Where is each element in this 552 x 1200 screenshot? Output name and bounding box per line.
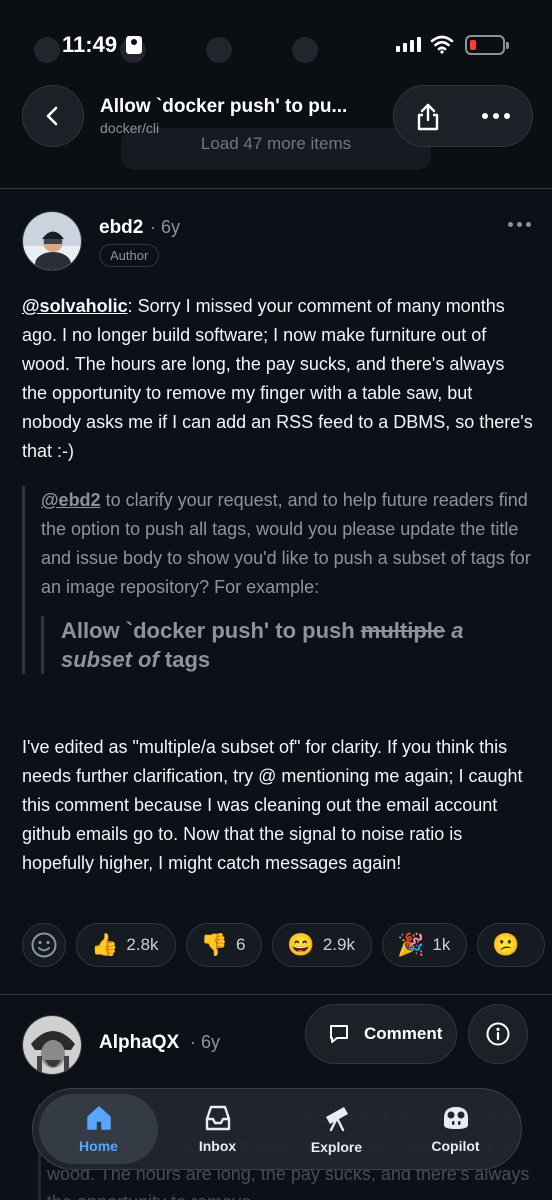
comment-body: @solvaholic: Sorry I missed your comment…: [22, 292, 534, 466]
smiley-icon: [31, 932, 57, 958]
home-icon: [86, 1106, 111, 1130]
author-badge: Author: [99, 244, 160, 267]
reaction-thumbs-down[interactable]: 👎 6: [185, 923, 263, 967]
reaction-thumbs-up[interactable]: 👍 2.8k: [76, 923, 176, 967]
comment-author[interactable]: AlphaQX: [99, 1032, 179, 1054]
reaction-count: 2.9k: [322, 935, 355, 954]
status-bar: 11:49: [0, 22, 552, 70]
share-icon[interactable]: [414, 102, 442, 132]
more-options-icon[interactable]: [482, 113, 510, 119]
issue-title: Allow `docker push' to pu...: [100, 96, 348, 117]
chevron-left-icon: [46, 106, 58, 126]
reaction-count: 2.8k: [126, 935, 159, 954]
cellular-signal-icon: [396, 36, 421, 52]
comment-icon: [330, 1025, 348, 1043]
contact-card-icon: [126, 36, 142, 54]
reactions-row: 👍 2.8k 👎 6 😄 2.9k 🎉 1k 😕: [22, 923, 552, 967]
reaction-laugh[interactable]: 😄 2.9k: [272, 923, 372, 967]
nested-quote: Allow `docker push' to push multiple a s…: [41, 616, 534, 674]
struck-text: multiple: [360, 618, 446, 643]
thumbs-up-icon: 👍: [91, 932, 119, 957]
comment-button-label: Comment: [364, 1024, 443, 1043]
repository-name[interactable]: docker/cli: [100, 120, 159, 136]
add-reaction-button[interactable]: [22, 923, 66, 967]
nested-quote-prefix: Allow `docker push' to push: [61, 618, 361, 643]
wifi-icon: [430, 35, 454, 54]
info-button[interactable]: [468, 1004, 528, 1064]
quote-body: to clarify your request, and to help fut…: [41, 490, 531, 597]
tab-copilot[interactable]: Copilot: [396, 1094, 515, 1164]
avatar[interactable]: [22, 211, 82, 271]
user-mention-link[interactable]: @solvaholic: [22, 296, 128, 316]
divider: [0, 188, 552, 189]
tab-label: Inbox: [198, 1138, 237, 1154]
telescope-icon: [325, 1107, 348, 1132]
inbox-icon: [205, 1105, 230, 1131]
thumbs-down-icon: 👎: [200, 932, 228, 957]
comment-button[interactable]: Comment: [305, 1004, 457, 1064]
status-time: 11:49: [62, 32, 118, 57]
comment-time: · 6y: [190, 1032, 221, 1052]
reaction-count: 6: [235, 935, 246, 954]
comment-menu-icon[interactable]: [508, 222, 531, 227]
avatar[interactable]: [22, 1015, 82, 1075]
comment-body-text: : Sorry I missed your comment of many mo…: [22, 296, 533, 461]
back-button[interactable]: [22, 85, 84, 147]
block-quote: @ebd2 to clarify your request, and to he…: [22, 486, 534, 674]
header-actions: [393, 85, 533, 147]
comment-time: · 6y: [150, 217, 181, 237]
avatar-image: [23, 1016, 81, 1074]
copilot-icon: [443, 1107, 468, 1129]
quote-text: @ebd2 to clarify your request, and to he…: [41, 486, 534, 602]
load-more-items-button[interactable]: Load 47 more items: [121, 128, 431, 170]
laugh-icon: 😄: [287, 932, 315, 957]
reaction-confused[interactable]: 😕: [477, 923, 545, 967]
tab-label: Home: [79, 1138, 118, 1154]
tab-label: Explore: [310, 1139, 363, 1155]
tab-label: Copilot: [431, 1138, 480, 1154]
reaction-hooray[interactable]: 🎉 1k: [381, 923, 468, 967]
avatar-image: [23, 212, 81, 270]
tab-bar: Home Inbox Explore Copilot: [32, 1088, 522, 1170]
hooray-icon: 🎉: [396, 932, 425, 957]
quote-mention-link[interactable]: @ebd2: [41, 490, 101, 510]
divider: [0, 994, 552, 995]
comment-author[interactable]: ebd2: [99, 217, 143, 239]
tab-home[interactable]: Home: [39, 1094, 158, 1164]
reaction-count: 1k: [432, 935, 451, 954]
battery-low-icon: [465, 35, 509, 55]
info-icon: [486, 1022, 510, 1046]
nested-quote-suffix: tags: [158, 647, 211, 672]
comment-body-after: I've edited as "multiple/a subset of" fo…: [22, 737, 523, 873]
tab-explore[interactable]: Explore: [277, 1094, 396, 1164]
confused-icon: 😕: [492, 932, 520, 957]
tab-inbox[interactable]: Inbox: [158, 1094, 277, 1164]
